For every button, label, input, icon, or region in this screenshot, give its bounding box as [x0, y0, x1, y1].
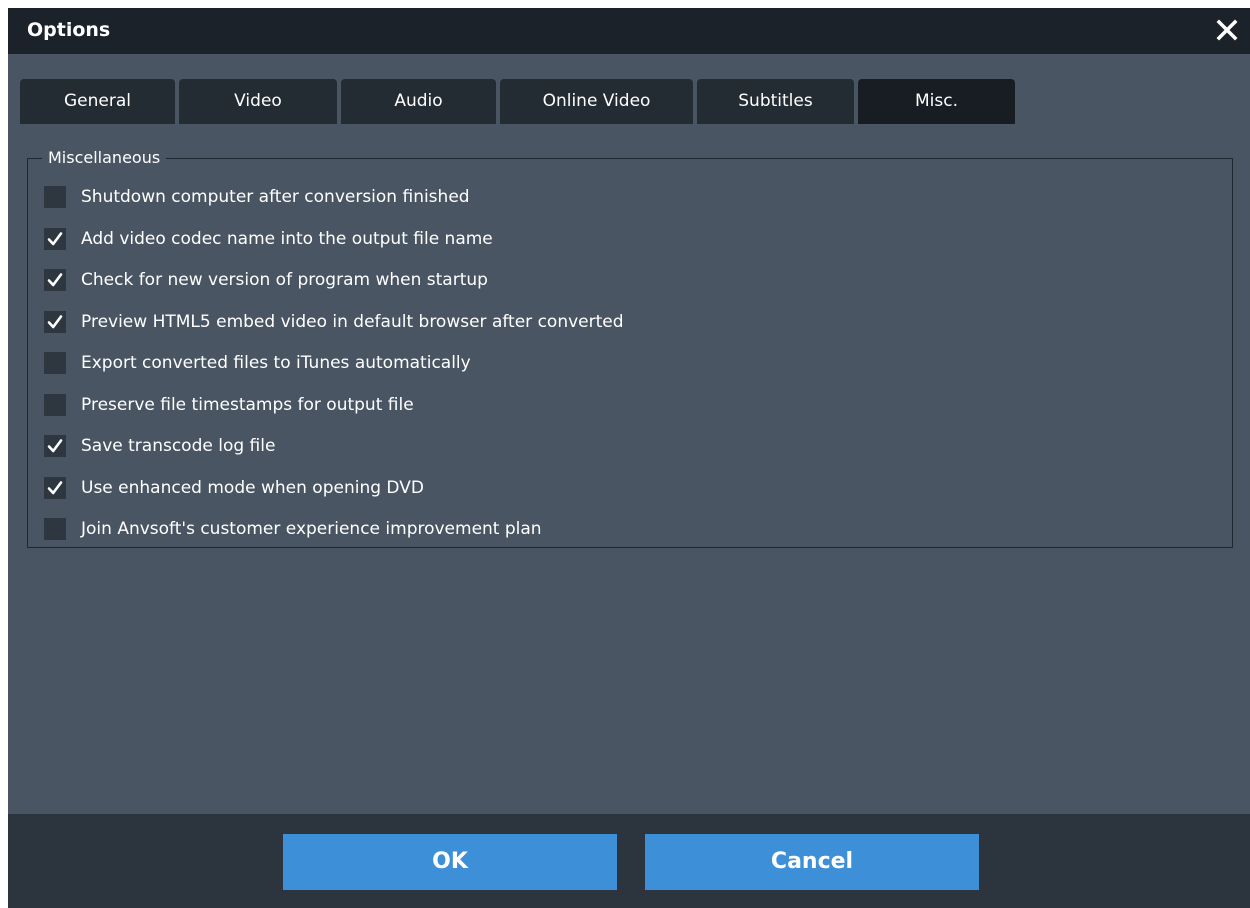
- close-button[interactable]: [1212, 15, 1242, 45]
- window-title: Options: [27, 19, 111, 41]
- checkbox[interactable]: [44, 186, 66, 208]
- footer: OK Cancel: [8, 814, 1250, 908]
- checkbox[interactable]: [44, 435, 66, 457]
- tab-audio[interactable]: Audio: [341, 79, 496, 124]
- option-label: Save transcode log file: [81, 436, 276, 456]
- checkmark-icon: [47, 315, 63, 329]
- option-label: Shutdown computer after conversion finis…: [81, 187, 470, 207]
- option-label: Export converted files to iTunes automat…: [81, 353, 471, 373]
- option-label: Preview HTML5 embed video in default bro…: [81, 312, 624, 332]
- option-label: Join Anvsoft's customer experience impro…: [81, 519, 542, 539]
- checkbox[interactable]: [44, 228, 66, 250]
- tab-misc[interactable]: Misc.: [858, 79, 1015, 124]
- options-dialog: Options General Video Audio Online Video…: [8, 8, 1250, 908]
- checkbox[interactable]: [44, 311, 66, 333]
- checkbox[interactable]: [44, 477, 66, 499]
- cancel-button[interactable]: Cancel: [645, 834, 979, 890]
- checkbox[interactable]: [44, 352, 66, 374]
- checkmark-icon: [47, 273, 63, 287]
- checkmark-icon: [47, 481, 63, 495]
- checkbox[interactable]: [44, 269, 66, 291]
- checkbox[interactable]: [44, 394, 66, 416]
- checkmark-icon: [47, 232, 63, 246]
- close-icon: [1216, 19, 1238, 41]
- ok-button[interactable]: OK: [283, 834, 617, 890]
- tab-online-video[interactable]: Online Video: [500, 79, 693, 124]
- checkmark-icon: [47, 439, 63, 453]
- group-legend: Miscellaneous: [42, 148, 167, 167]
- option-label: Check for new version of program when st…: [81, 270, 488, 290]
- tab-general[interactable]: General: [20, 79, 175, 124]
- title-bar: Options: [8, 8, 1250, 54]
- option-label: Use enhanced mode when opening DVD: [81, 478, 424, 498]
- tab-video[interactable]: Video: [179, 79, 337, 124]
- tab-subtitles[interactable]: Subtitles: [697, 79, 854, 124]
- option-label: Preserve file timestamps for output file: [81, 395, 414, 415]
- option-label: Add video codec name into the output fil…: [81, 229, 493, 249]
- checkbox[interactable]: [44, 518, 66, 540]
